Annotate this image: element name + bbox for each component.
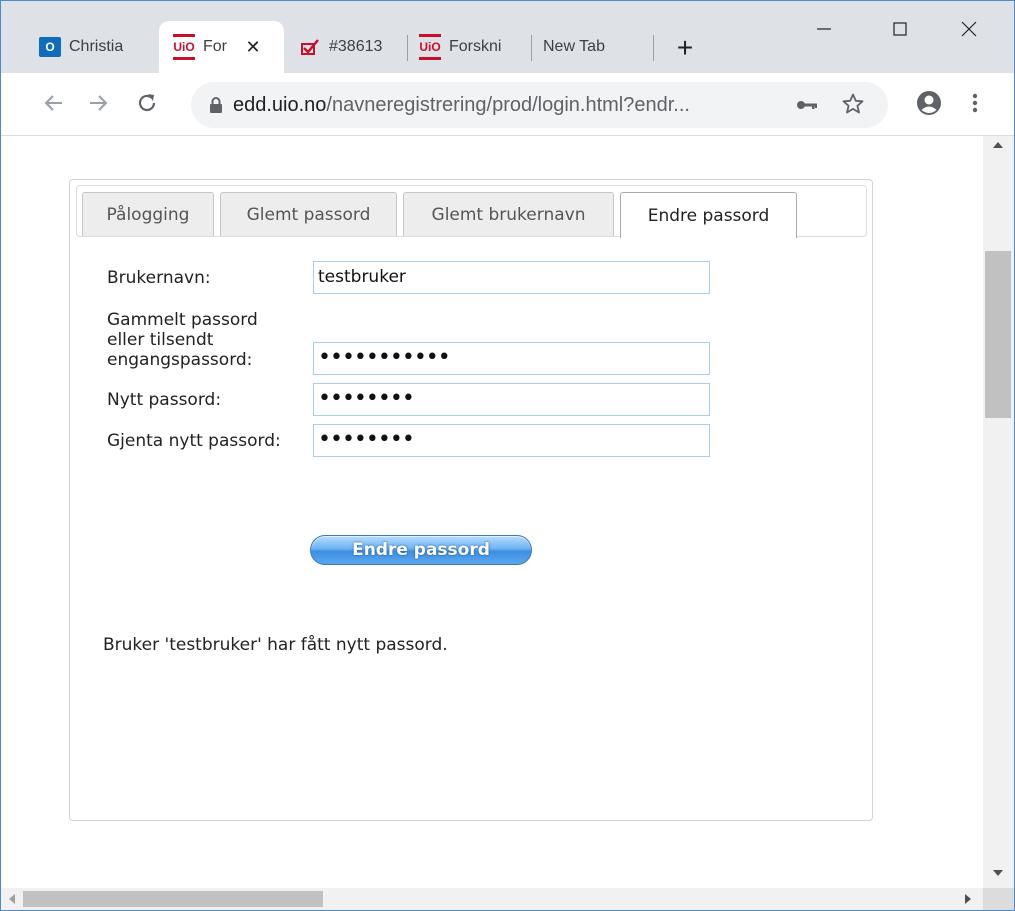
- old-password-label-line: Gammelt passord: [107, 310, 258, 330]
- browser-tab-outlook[interactable]: O Christia: [39, 21, 154, 73]
- browser-tab-title: For: [203, 38, 227, 55]
- page-tab-bar: Pålogging Glemt passord Glemt brukernavn…: [76, 185, 867, 238]
- change-password-button[interactable]: Endre passord: [310, 535, 532, 565]
- old-password-label-line: eller tilsendt: [107, 330, 214, 350]
- browser-tab-title: New Tab: [543, 38, 605, 55]
- forward-button[interactable]: [81, 85, 117, 121]
- outlook-icon: O: [39, 37, 61, 57]
- plus-icon: +: [676, 32, 694, 63]
- lock-icon: [210, 97, 222, 113]
- old-password-field[interactable]: •••••••••••: [313, 342, 710, 375]
- tab-glemt-brukernavn[interactable]: Glemt brukernavn: [403, 192, 614, 236]
- new-password-label: Nytt passord:: [107, 390, 222, 410]
- browser-tab-active[interactable]: UiO For ✕: [159, 21, 284, 73]
- url-domain: edd.uio.no: [233, 94, 327, 116]
- address-bar[interactable]: edd.uio.no/navneregistrering/prod/login.…: [191, 82, 888, 128]
- repeat-password-field[interactable]: ••••••••: [313, 424, 710, 457]
- browser-tab-ticket[interactable]: #38613: [299, 21, 409, 73]
- status-message: Bruker 'testbruker' har fått nytt passor…: [103, 635, 448, 655]
- new-password-field[interactable]: ••••••••: [313, 383, 710, 416]
- scroll-right-arrow-icon[interactable]: [965, 894, 971, 904]
- browser-tab-new[interactable]: New Tab: [543, 21, 643, 73]
- scroll-left-arrow-icon[interactable]: [9, 894, 15, 904]
- forward-arrow-icon: [90, 95, 108, 111]
- bookmark-star-icon[interactable]: [841, 92, 865, 116]
- tab-separator: [653, 35, 654, 61]
- back-arrow-icon: [44, 95, 62, 111]
- repeat-password-label: Gjenta nytt passord:: [107, 431, 281, 451]
- reload-icon: [138, 94, 156, 112]
- new-tab-button[interactable]: +: [665, 31, 705, 65]
- vertical-scroll-thumb[interactable]: [985, 251, 1011, 418]
- old-password-label: Gammelt passord eller tilsendt engangspa…: [107, 310, 258, 370]
- tab-endre-passord[interactable]: Endre passord: [620, 192, 797, 238]
- tab-separator: [531, 35, 532, 61]
- browser-window: O Christia UiO For ✕ #38613 UiO Forskni …: [0, 0, 1015, 911]
- tab-strip: O Christia UiO For ✕ #38613 UiO Forskni …: [1, 1, 1014, 73]
- horizontal-scrollbar[interactable]: [1, 888, 983, 910]
- minimize-button[interactable]: [801, 9, 847, 49]
- browser-tab-title: Forskni: [449, 38, 502, 55]
- uio-icon: UiO: [173, 34, 195, 60]
- username-label: Brukernavn:: [107, 268, 211, 288]
- password-key-icon[interactable]: [795, 94, 819, 116]
- tab-separator: [407, 35, 408, 61]
- maximize-icon: [893, 22, 907, 36]
- uio-icon: UiO: [419, 34, 441, 60]
- close-tab-icon[interactable]: ✕: [243, 37, 263, 57]
- browser-tab-title: #38613: [329, 38, 383, 55]
- login-panel: Pålogging Glemt passord Glemt brukernavn…: [69, 179, 873, 821]
- more-vert-icon: [972, 93, 978, 113]
- minimize-icon: [817, 28, 831, 30]
- scroll-down-arrow-icon[interactable]: [993, 870, 1003, 876]
- username-field[interactable]: testbruker: [313, 261, 710, 294]
- tab-glemt-passord[interactable]: Glemt passord: [220, 192, 397, 236]
- tab-palogging[interactable]: Pålogging: [82, 192, 214, 236]
- url-path: /navneregistrering/prod/login.html?endr.…: [326, 94, 690, 116]
- browser-tab-title: Christia: [69, 38, 124, 55]
- vertical-scrollbar[interactable]: [983, 136, 1014, 888]
- account-icon: [917, 91, 941, 115]
- close-window-button[interactable]: [946, 9, 992, 49]
- close-window-icon: [961, 21, 977, 37]
- horizontal-scroll-thumb[interactable]: [23, 891, 323, 907]
- browser-toolbar: edd.uio.no/navneregistrering/prod/login.…: [1, 73, 1014, 135]
- page-viewport: Pålogging Glemt passord Glemt brukernavn…: [1, 136, 983, 888]
- checkmark-icon: [299, 37, 321, 57]
- scroll-up-arrow-icon[interactable]: [993, 142, 1003, 148]
- menu-button[interactable]: [957, 85, 993, 121]
- url-text: edd.uio.no/navneregistrering/prod/login.…: [233, 94, 690, 117]
- maximize-button[interactable]: [877, 9, 923, 49]
- reload-button[interactable]: [129, 85, 165, 121]
- browser-tab-forskning[interactable]: UiO Forskni: [419, 21, 527, 73]
- old-password-label-line: engangspassord:: [107, 350, 253, 370]
- profile-button[interactable]: [911, 85, 947, 121]
- scrollbar-corner: [983, 888, 1014, 910]
- back-button[interactable]: [35, 85, 71, 121]
